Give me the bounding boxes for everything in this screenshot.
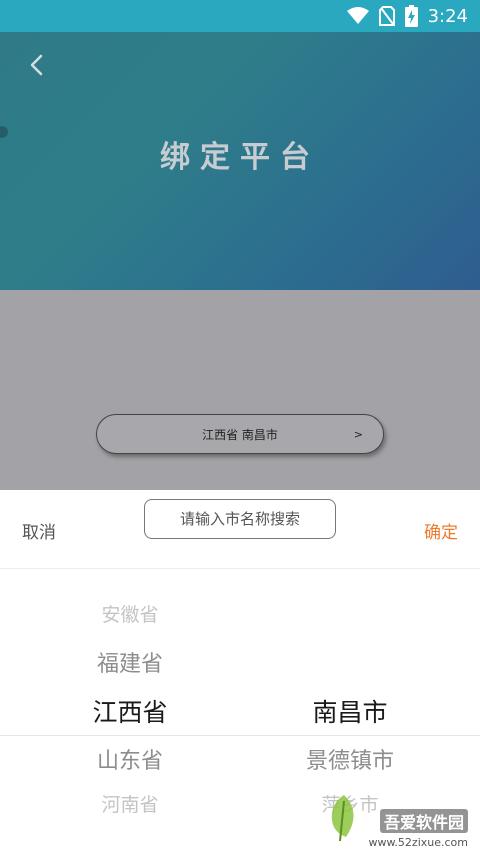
screen: 3:24 绑定平台 江西省 南昌市 > 取消 确定 安徽省 福建省 江西省 山东… [0, 0, 480, 853]
picker-toolbar: 取消 确定 [0, 490, 480, 569]
province-item-selected[interactable]: 江西省 [0, 693, 260, 729]
confirm-button[interactable]: 确定 [424, 518, 458, 543]
chevron-right-icon: > [353, 427, 363, 441]
province-item[interactable]: 山东省 [0, 743, 260, 775]
province-item[interactable]: 河南省 [0, 790, 260, 817]
region-selector-button[interactable]: 江西省 南昌市 > [96, 414, 384, 454]
status-time: 3:24 [427, 5, 468, 27]
province-item[interactable]: 安徽省 [0, 600, 260, 627]
status-bar: 3:24 [0, 0, 480, 32]
province-wheel[interactable]: 安徽省 福建省 江西省 山东省 河南省 [0, 568, 260, 853]
wifi-icon [346, 7, 369, 25]
back-button[interactable] [22, 50, 52, 80]
header: 绑定平台 [0, 32, 480, 290]
leaf-logo-icon [331, 795, 354, 842]
region-value: 江西省 南昌市 [202, 427, 278, 442]
watermark-url: www.52zixue.com [368, 836, 468, 849]
watermark-brand: 吾爱软件园 [379, 809, 468, 833]
battery-charging-icon [404, 5, 418, 27]
city-search-input[interactable] [144, 499, 336, 539]
cancel-button[interactable]: 取消 [22, 518, 56, 543]
province-item[interactable]: 福建省 [0, 646, 260, 678]
selection-divider [0, 735, 480, 736]
city-item[interactable]: 景德镇市 [240, 743, 460, 775]
no-sim-icon [378, 6, 395, 26]
chevron-left-icon [30, 54, 43, 76]
city-item-selected[interactable]: 南昌市 [240, 693, 460, 729]
watermark: 吾爱软件园 www.52zixue.com [324, 793, 474, 849]
page-title: 绑定平台 [160, 140, 320, 175]
